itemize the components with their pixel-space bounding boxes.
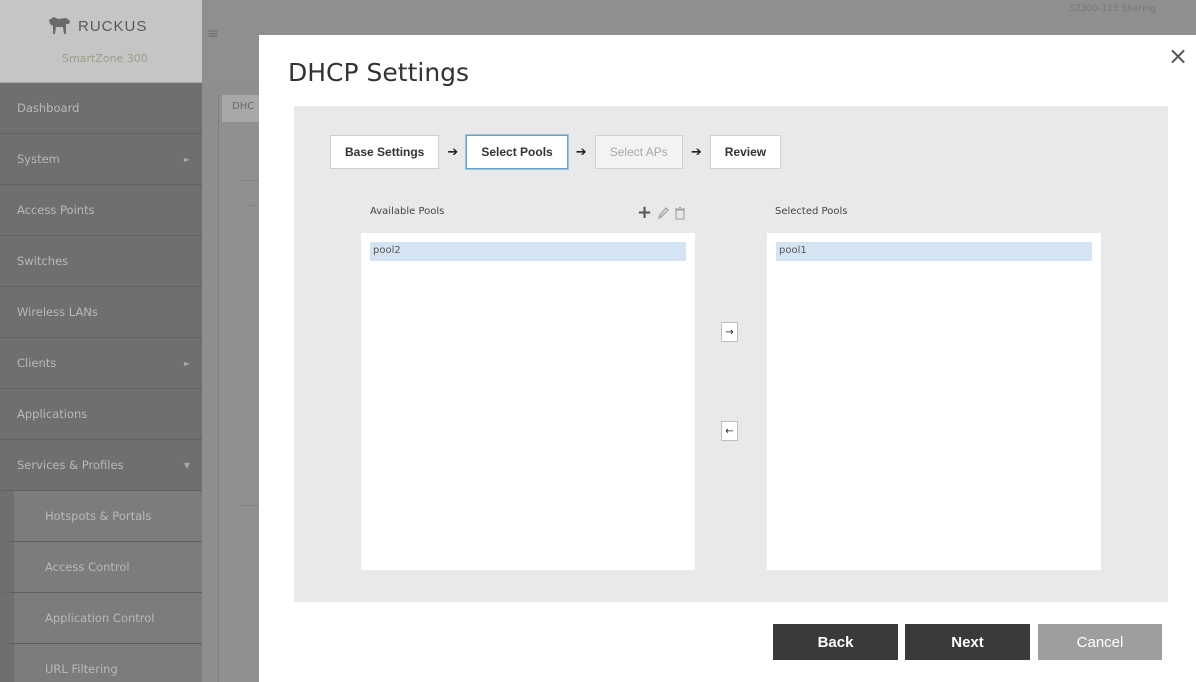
controller-name: SZ300-115 Sharing [1069,4,1156,14]
hamburger-menu-icon[interactable]: ≡ [207,26,219,42]
background-divider [246,205,256,206]
sidebar-item-label: Application Control [45,611,155,625]
close-icon[interactable]: × [1168,44,1188,68]
pool-tools: + [637,204,686,222]
sidebar-item-label: Clients [17,356,57,370]
sidebar-item-label: Applications [17,407,88,421]
sidebar-item-label: Hotspots & Portals [45,509,152,523]
step-select-pools[interactable]: Select Pools [466,135,568,169]
move-right-button[interactable]: → [721,322,738,342]
wizard-steps: Base Settings ➔ Select Pools ➔ Select AP… [330,135,782,169]
ruckus-logo: RUCKUS [46,14,147,38]
sidebar-item-applications[interactable]: Applications [0,389,202,440]
sidebar-item-dashboard[interactable]: Dashboard [0,83,202,134]
arrow-right-icon: ➔ [447,144,459,160]
horse-logo-icon [49,17,70,34]
product-name: SmartZone 300 [62,52,148,65]
logo-text: RUCKUS [78,17,148,35]
selected-pools-list[interactable]: pool1 [767,233,1101,570]
sidebar-subitem-hotspots-portals[interactable]: Hotspots & Portals [0,491,202,542]
wizard-panel: Base Settings ➔ Select Pools ➔ Select AP… [294,106,1168,602]
sidebar-item-clients[interactable]: Clients ► [0,338,202,389]
add-icon[interactable]: + [637,204,652,222]
sidebar-item-label: Switches [17,254,69,268]
step-select-aps: Select APs [594,135,683,169]
sidebar-item-label: Access Points [17,203,95,217]
step-base-settings[interactable]: Base Settings [330,135,440,169]
sidebar-item-label: Services & Profiles [17,458,124,472]
back-button[interactable]: Back [773,624,898,660]
arrow-right-icon: ➔ [575,144,587,160]
chevron-down-icon: ▼ [183,460,190,470]
dialog-title: DHCP Settings [288,58,470,87]
sidebar-item-access-points[interactable]: Access Points [0,185,202,236]
sidebar-item-label: URL Filtering [45,662,118,676]
sidebar-item-system[interactable]: System ► [0,134,202,185]
sidebar-item-label: Wireless LANs [17,305,98,319]
selected-pools-label: Selected Pools [775,206,848,217]
next-button[interactable]: Next [905,624,1030,660]
list-item[interactable]: pool2 [370,242,686,261]
chevron-right-icon: ► [183,358,190,368]
background-divider [240,505,260,506]
sidebar-item-wireless-lans[interactable]: Wireless LANs [0,287,202,338]
arrow-right-icon: ➔ [690,144,702,160]
sidebar-item-label: System [17,152,60,166]
chevron-right-icon: ► [183,154,190,164]
sidebar-item-label: Dashboard [17,101,80,115]
background-tab: DHC [222,95,262,122]
available-pools-list[interactable]: pool2 [361,233,695,570]
step-review[interactable]: Review [709,135,782,169]
sidebar-item-label: Access Control [45,560,130,574]
delete-icon[interactable] [674,206,686,220]
list-item[interactable]: pool1 [776,242,1092,261]
sidebar-subitem-url-filtering[interactable]: URL Filtering [0,644,202,682]
cancel-button[interactable]: Cancel [1038,624,1162,660]
sidebar-item-switches[interactable]: Switches [0,236,202,287]
edit-icon[interactable] [657,206,669,220]
dhcp-settings-dialog: DHCP Settings Base Settings ➔ Select Poo… [259,35,1196,682]
available-pools-label: Available Pools [370,206,445,217]
sidebar-item-services-profiles[interactable]: Services & Profiles ▼ [0,440,202,491]
sidebar-subitem-access-control[interactable]: Access Control [0,542,202,593]
logo-area: RUCKUS SmartZone 300 [0,0,202,83]
sidebar-subitem-application-control[interactable]: Application Control [0,593,202,644]
move-left-button[interactable]: ← [721,421,738,441]
sidebar: RUCKUS SmartZone 300 Dashboard System ► A… [0,0,202,682]
background-divider [240,180,260,181]
